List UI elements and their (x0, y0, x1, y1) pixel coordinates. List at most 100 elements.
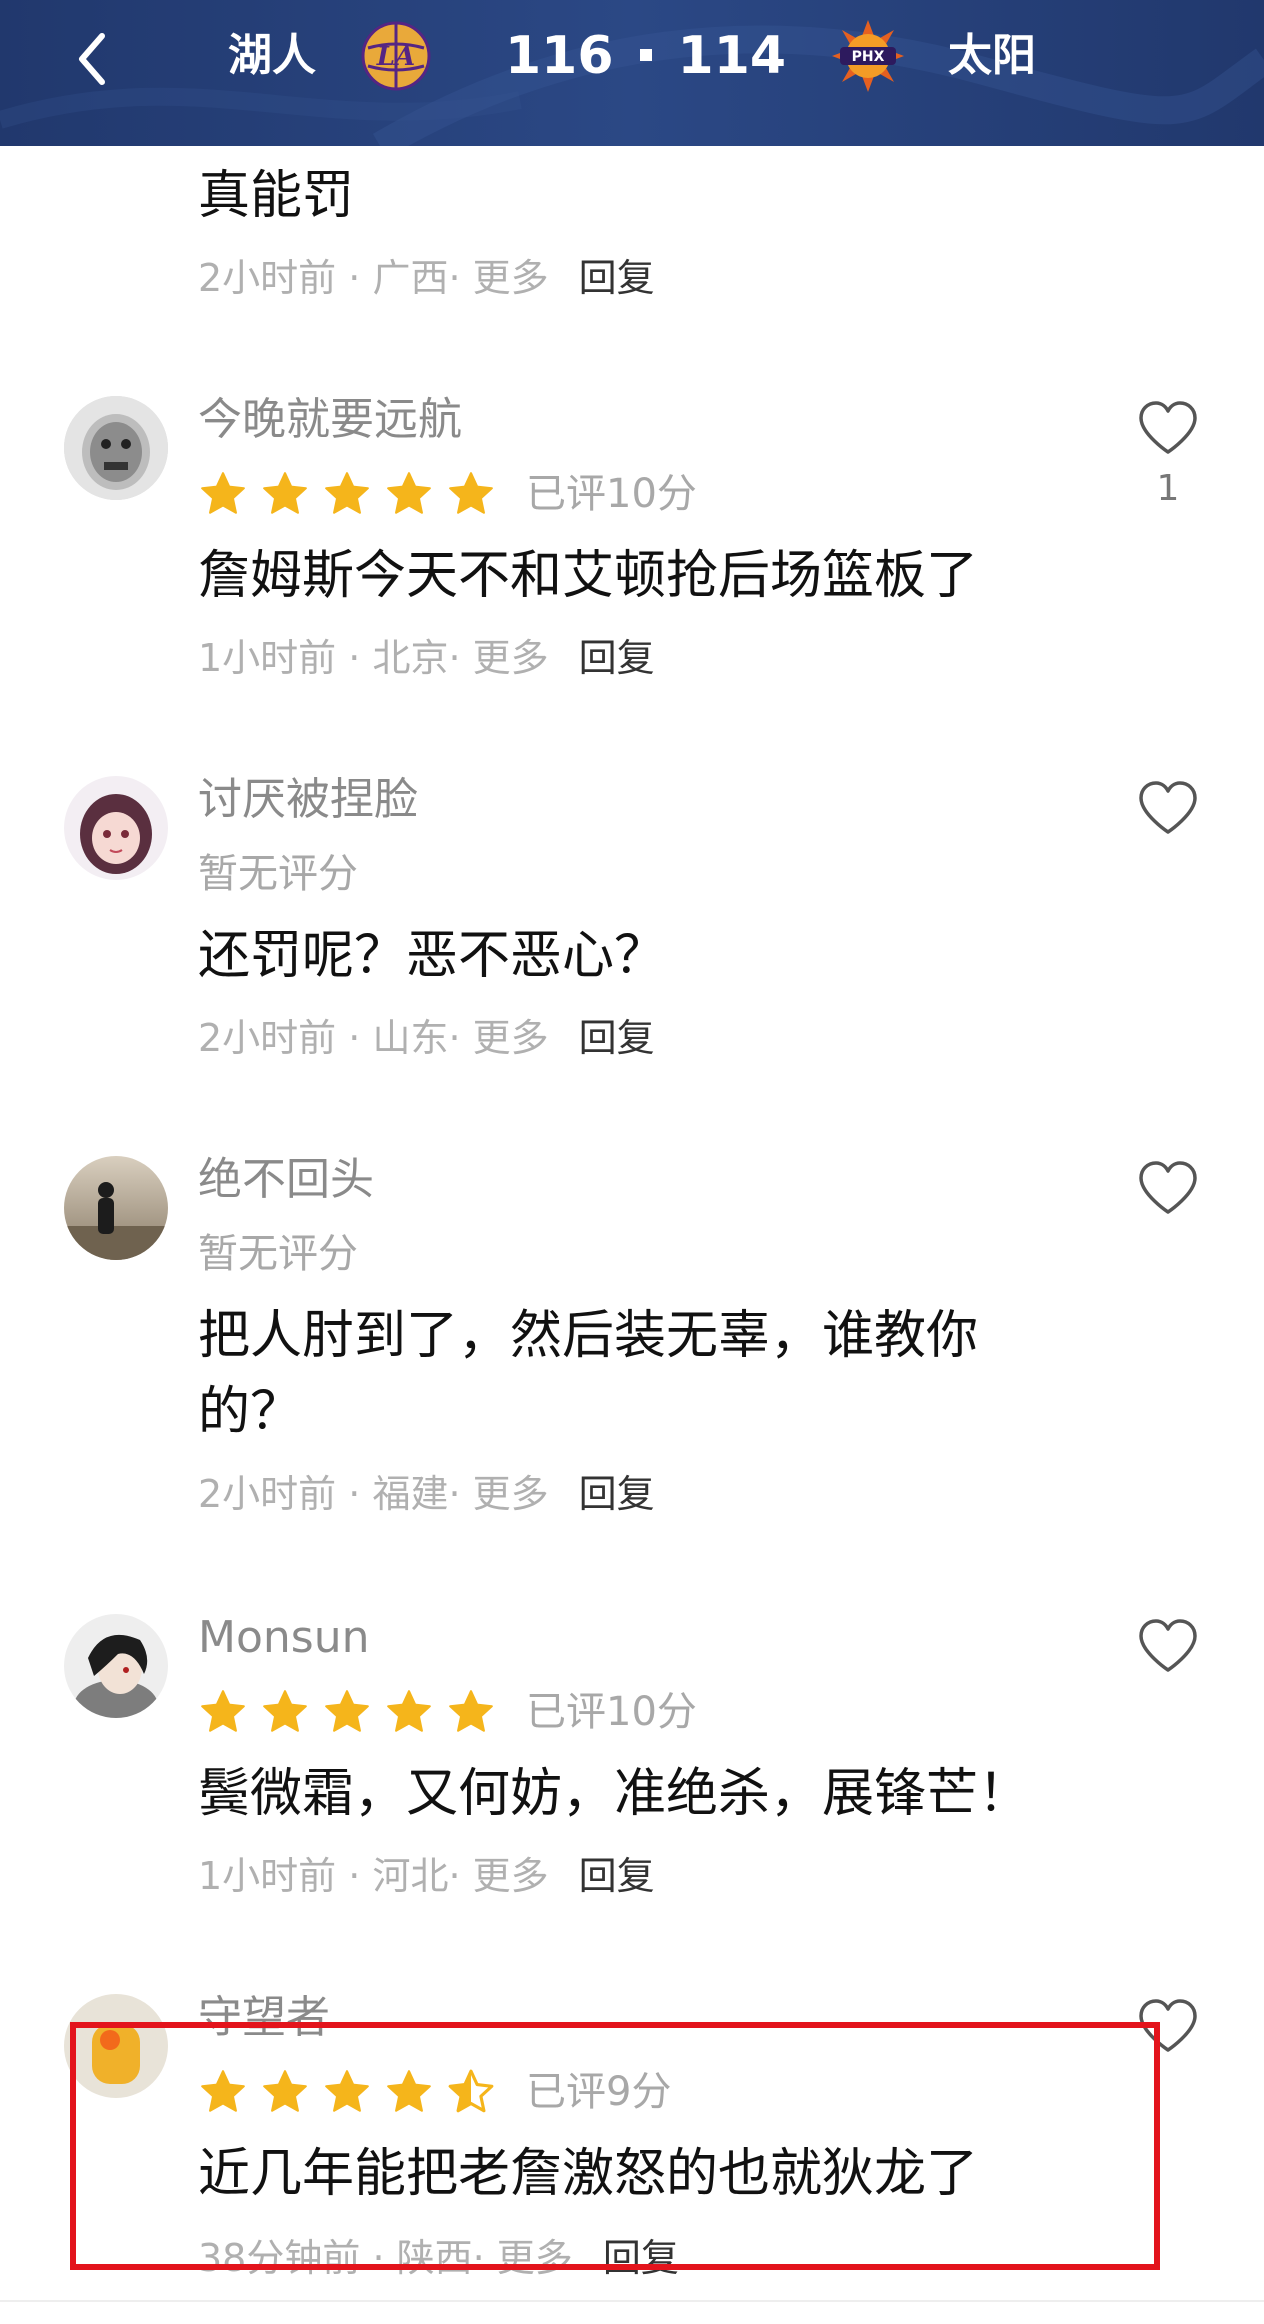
star-filled-icon (449, 1690, 493, 1732)
comment-meta: 1小时前 · 北京· 更多 回复 (198, 636, 655, 680)
comment-time: 2小时前 (198, 1472, 337, 1516)
star-filled-icon (201, 472, 245, 514)
comment-location: 山东 (372, 1016, 449, 1060)
username[interactable]: 绝不回头 (198, 1152, 374, 1208)
like-button[interactable] (1136, 780, 1200, 848)
heart-icon (1139, 1999, 1197, 2052)
comment-time: 1小时前 (198, 636, 337, 680)
like-button[interactable] (1136, 1160, 1200, 1228)
comment-location: 福建 (372, 1472, 449, 1516)
avatar-image (64, 396, 168, 500)
star-half-icon (448, 2069, 494, 2113)
comment-body: 真能罚 (198, 166, 355, 226)
comment-meta: 2小时前 · 山东· 更多 回复 (198, 1016, 655, 1060)
reply-button[interactable]: 回复 (603, 2236, 679, 2280)
star-filled-icon (325, 1690, 369, 1732)
reply-button[interactable]: 回复 (579, 1016, 655, 1060)
comment-body: 还罚呢？恶不恶心？ (198, 926, 667, 986)
back-button[interactable] (68, 28, 118, 90)
star-filled-icon (263, 2070, 307, 2112)
star-filled-icon (387, 472, 431, 514)
avatar[interactable] (64, 1994, 168, 2098)
comment-meta: 2小时前 · 福建· 更多 回复 (198, 1472, 655, 1516)
comment-location: 北京 (372, 636, 449, 680)
rating-text: 已评10分 (526, 471, 697, 517)
username[interactable]: 讨厌被捏脸 (198, 772, 418, 828)
more-link[interactable]: 更多 (473, 1016, 549, 1060)
home-score: 116 (505, 26, 614, 86)
scoreboard: 116 114 (505, 24, 786, 88)
svg-text:LA: LA (376, 42, 415, 72)
star-rating (198, 1688, 508, 1736)
comment-time: 1小时前 (198, 1854, 337, 1898)
reply-button[interactable]: 回复 (579, 1472, 655, 1516)
rating-text: 暂无评分 (198, 1231, 358, 1277)
comment-location: 河北 (372, 1854, 449, 1898)
rating-row: 已评10分 (198, 1684, 697, 1740)
rating-text: 已评9分 (526, 2069, 672, 2115)
comment-meta: 2小时前 · 广西· 更多 回复 (198, 256, 655, 300)
like-button[interactable] (1136, 1618, 1200, 1686)
star-rating (198, 470, 508, 518)
comments-page: 湖人 LA 116 114 PHX 太阳 真能罚 2小时前 · 广西· 更多 回… (0, 0, 1264, 2324)
comment-body: 近几年能把老詹激怒的也就狄龙了 (198, 2144, 979, 2204)
reply-button[interactable]: 回复 (579, 1854, 655, 1898)
away-score: 114 (677, 26, 787, 86)
heart-icon (1139, 1619, 1197, 1672)
comment-body: 詹姆斯今天不和艾顿抢后场篮板了 (198, 546, 979, 606)
more-link[interactable]: 更多 (473, 1854, 549, 1898)
avatar[interactable] (64, 776, 168, 880)
score-separator (639, 49, 652, 61)
rating-row: 已评9分 (198, 2064, 671, 2120)
comment-time: 2小时前 (198, 256, 337, 300)
home-team-name[interactable]: 湖人 (228, 26, 316, 86)
suns-logo-icon[interactable]: PHX (830, 18, 906, 94)
more-link[interactable]: 更多 (497, 2236, 573, 2280)
more-link[interactable]: 更多 (473, 636, 549, 680)
username[interactable]: 守望者 (198, 1990, 330, 2046)
more-link[interactable]: 更多 (473, 256, 549, 300)
like-count: 1 (1156, 468, 1180, 509)
star-filled-icon (201, 1690, 245, 1732)
star-filled-icon (201, 2070, 245, 2112)
more-link[interactable]: 更多 (473, 1472, 549, 1516)
reply-button[interactable]: 回复 (579, 256, 655, 300)
star-filled-icon (325, 2070, 369, 2112)
username[interactable]: 今晚就要远航 (198, 392, 462, 448)
comment-body: 把人肘到了，然后装无辜，谁教你的？ (198, 1306, 979, 1442)
comment-meta: 1小时前 · 河北· 更多 回复 (198, 1854, 655, 1898)
avatar[interactable] (64, 1614, 168, 1718)
game-header: 湖人 LA 116 114 PHX 太阳 (0, 0, 1264, 146)
avatar-image (64, 1614, 168, 1718)
rating-text: 暂无评分 (198, 851, 358, 897)
comment-location: 广西 (372, 256, 449, 300)
like-button[interactable]: 1 (1136, 400, 1200, 509)
chevron-left-icon (79, 33, 105, 85)
comment-meta: 38分钟前 · 陕西· 更多 回复 (198, 2236, 679, 2280)
star-filled-icon (387, 2070, 431, 2112)
away-team-name[interactable]: 太阳 (948, 26, 1036, 86)
username[interactable]: Monsun (198, 1610, 369, 1666)
avatar[interactable] (64, 1156, 168, 1260)
like-button[interactable] (1136, 1998, 1200, 2066)
rating-text: 已评10分 (526, 1689, 697, 1735)
star-filled-icon (325, 472, 369, 514)
rating-row: 已评10分 (198, 466, 697, 522)
divider (0, 2300, 1264, 2302)
star-filled-icon (263, 1690, 307, 1732)
lakers-logo-icon[interactable]: LA (358, 18, 434, 94)
reply-button[interactable]: 回复 (579, 636, 655, 680)
star-filled-icon (387, 1690, 431, 1732)
avatar-image (64, 1994, 168, 2098)
heart-icon (1139, 401, 1197, 454)
avatar[interactable] (64, 396, 168, 500)
avatar-image (64, 776, 168, 880)
star-filled-icon (449, 472, 493, 514)
comment-time: 2小时前 (198, 1016, 337, 1060)
star-rating (198, 2068, 508, 2116)
heart-icon (1139, 781, 1197, 834)
avatar-image (64, 1156, 168, 1260)
comment-time: 38分钟前 (198, 2236, 361, 2280)
comment-body: 鬓微霜，又何妨，准绝杀，展锋芒！ (198, 1764, 1031, 1824)
comment-location: 陕西 (396, 2236, 473, 2280)
